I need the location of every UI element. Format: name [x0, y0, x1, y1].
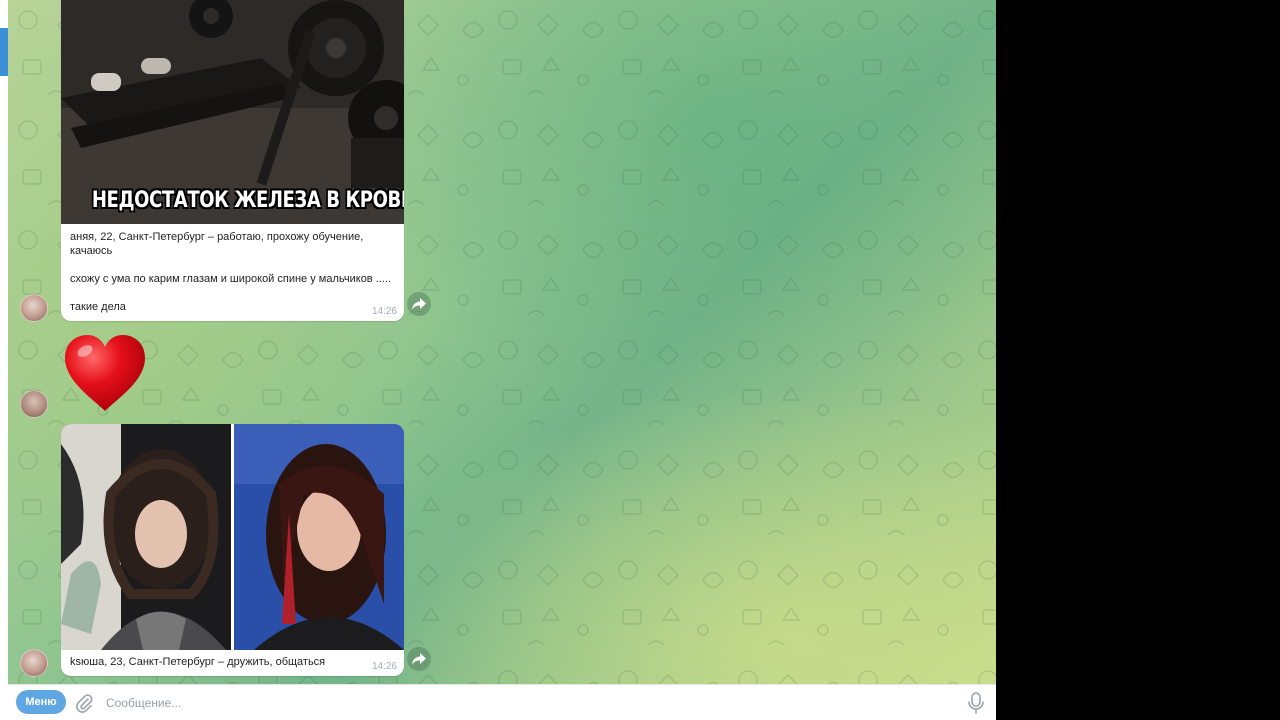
caption-line: такие дела	[70, 301, 126, 313]
caption-line: аняя, 22, Санкт-Петербург – работаю, про…	[70, 231, 364, 257]
message-caption: аняя, 22, Санкт-Петербург – работаю, про…	[61, 224, 404, 314]
chat-area[interactable]: НЕДОСТАТОК ЖЕЛЕЗА В КРОВИ аняя, 22, Санк…	[8, 0, 996, 684]
photo-message[interactable]: НЕДОСТАТОК ЖЕЛЕЗА В КРОВИ аняя, 22, Санк…	[61, 0, 404, 321]
caption-spacer	[70, 286, 395, 300]
sender-avatar[interactable]	[20, 294, 48, 322]
album-message[interactable]: ksюша, 23, Санкт-Петербург – дружить, об…	[61, 424, 404, 676]
sidebar-edge	[0, 0, 8, 720]
album-photos	[61, 424, 404, 650]
album-photo-2[interactable]	[234, 424, 404, 650]
sender-avatar[interactable]	[20, 390, 48, 418]
heart-emoji[interactable]	[63, 333, 147, 413]
album-photo-1[interactable]	[61, 424, 231, 650]
microphone-icon[interactable]	[966, 692, 986, 714]
message-caption: ksюша, 23, Санкт-Петербург – дружить, об…	[61, 650, 404, 669]
message-composer: Меню	[8, 684, 996, 720]
message-time: 14:26	[371, 661, 397, 672]
message-input[interactable]	[104, 691, 948, 715]
attach-icon[interactable]	[74, 693, 94, 713]
caption-spacer	[70, 258, 395, 272]
sender-avatar[interactable]	[20, 649, 48, 677]
caption-line: схожу с ума по карим глазам и широкой сп…	[70, 273, 391, 285]
share-button[interactable]	[407, 647, 431, 671]
share-icon	[412, 298, 426, 310]
gym-photo[interactable]: НЕДОСТАТОК ЖЕЛЕЗА В КРОВИ	[61, 0, 404, 224]
caption-line: ksюша, 23, Санкт-Петербург – дружить, об…	[70, 656, 326, 668]
message-time: 14:26	[371, 306, 397, 317]
active-chat-indicator	[0, 28, 8, 76]
bot-menu-button[interactable]: Меню	[16, 690, 66, 714]
meme-overlay-text: НЕДОСТАТОК ЖЕЛЕЗА В КРОВИ	[91, 188, 404, 213]
share-icon	[412, 653, 426, 665]
share-button[interactable]	[407, 292, 431, 316]
